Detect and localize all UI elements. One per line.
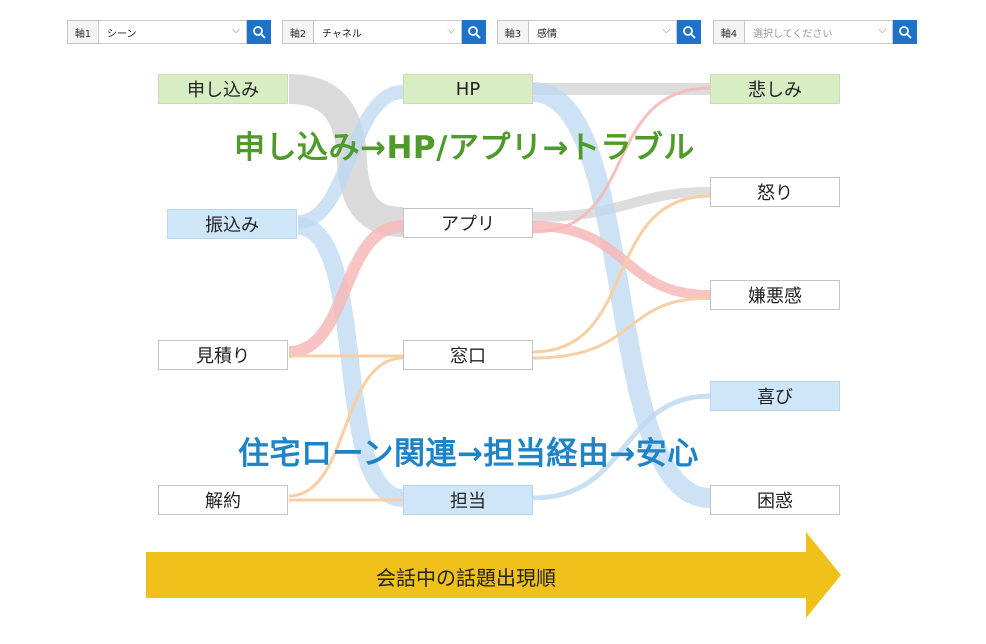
node-scene-estimate[interactable]: 見積り	[158, 340, 288, 370]
node-emotion-joy[interactable]: 喜び	[710, 381, 840, 411]
node-scene-apply[interactable]: 申し込み	[158, 74, 288, 104]
node-channel-hp[interactable]: HP	[403, 74, 533, 104]
timeline-arrow: 会話中の話題出現順	[146, 532, 841, 618]
node-emotion-disgust[interactable]: 嫌悪感	[710, 280, 840, 310]
headline-mortgage-path: 住宅ローン関連→担当経由→安心	[238, 436, 699, 472]
timeline-label: 会話中の話題出現順	[376, 566, 556, 590]
node-emotion-confusion[interactable]: 困惑	[710, 485, 840, 515]
node-channel-staff[interactable]: 担当	[403, 485, 533, 515]
node-emotion-sadness[interactable]: 悲しみ	[710, 74, 840, 104]
node-channel-app[interactable]: アプリ	[403, 208, 533, 238]
node-channel-counter[interactable]: 窓口	[403, 340, 533, 370]
node-scene-transfer[interactable]: 振込み	[167, 209, 297, 239]
flow-app-to-anger	[532, 187, 711, 222]
node-scene-cancel[interactable]: 解約	[158, 485, 288, 515]
node-emotion-anger[interactable]: 怒り	[710, 177, 840, 207]
headline-apply-path: 申し込み→HP/アプリ→トラブル	[234, 130, 695, 166]
